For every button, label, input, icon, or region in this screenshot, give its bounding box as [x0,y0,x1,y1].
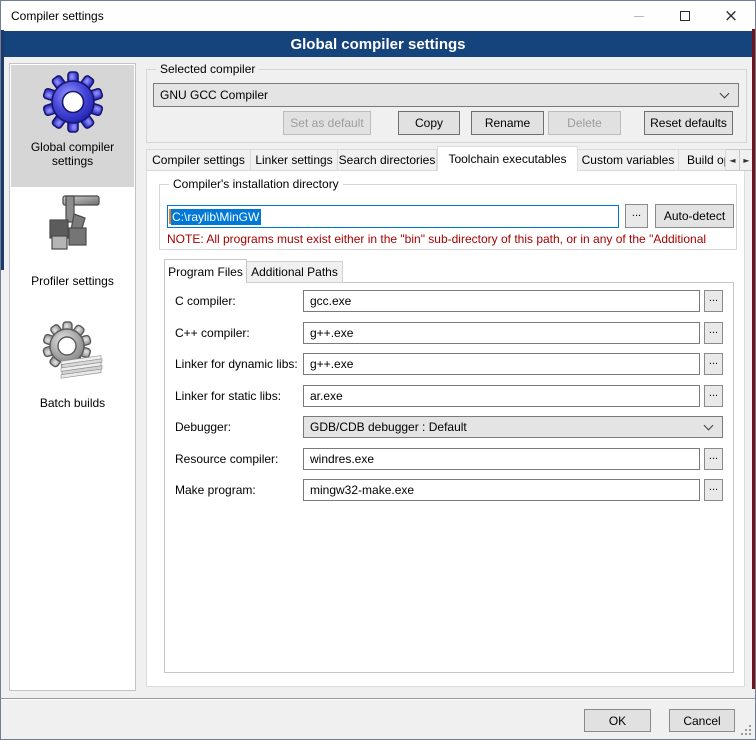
sidebar-item-global-compiler-settings[interactable]: Global compiler settings [11,65,134,187]
window-title: Compiler settings [11,9,104,23]
debugger-select[interactable]: GDB/CDB debugger : Default [303,416,723,438]
gray-gear-stack-icon [41,320,105,384]
blue-gear-icon [41,70,105,134]
chevron-down-icon [704,420,714,430]
resource-compiler-input[interactable]: windres.exe [303,448,700,470]
c-compiler-browse-button[interactable]: ... [704,290,723,312]
banner-title: Global compiler settings [290,36,465,53]
group-label: Selected compiler [156,62,259,76]
minimize-button[interactable] [616,1,662,31]
tab-custom-variables[interactable]: Custom variables [578,149,679,171]
static-linker-label: Linker for static libs: [175,385,303,407]
copy-button[interactable]: Copy [398,111,460,135]
c-compiler-input[interactable]: gcc.exe [303,290,700,312]
debugger-row: Debugger: GDB/CDB debugger : Default [175,416,723,438]
cpp-compiler-browse-button[interactable]: ... [704,322,723,344]
resource-compiler-row: Resource compiler: windres.exe ... [175,448,723,470]
compiler-select[interactable]: GNU GCC Compiler [153,83,739,107]
background-artifact-right [752,29,755,689]
settings-category-list: Global compiler settings Profiler settin… [9,63,136,691]
resize-grip[interactable] [739,723,751,735]
make-program-row: Make program: mingw32-make.exe ... [175,479,723,501]
rename-button[interactable]: Rename [471,111,544,135]
note-text: NOTE: All programs must exist either in … [167,232,731,246]
set-as-default-button[interactable]: Set as default [283,111,371,135]
resource-compiler-label: Resource compiler: [175,448,303,470]
sidebar-item-label: Batch builds [40,396,105,410]
dynamic-linker-label: Linker for dynamic libs: [175,353,303,375]
tab-build-options[interactable]: Build options [679,149,726,171]
reset-defaults-button[interactable]: Reset defaults [644,111,733,135]
static-linker-input[interactable]: ar.exe [303,385,700,407]
caliper-icon [41,192,105,256]
background-artifact-left [1,30,4,270]
tab-scroll-left-button[interactable]: ◄ [726,149,740,171]
c-compiler-row: C compiler: gcc.exe ... [175,290,723,312]
tab-linker-settings[interactable]: Linker settings [251,149,338,171]
installation-directory-value: C:\raylib\MinGW [171,209,261,225]
cpp-compiler-label: C++ compiler: [175,322,303,344]
make-program-input[interactable]: mingw32-make.exe [303,479,700,501]
subtab-additional-paths[interactable]: Additional Paths [247,261,343,283]
c-compiler-label: C compiler: [175,290,303,312]
maximize-icon [680,11,690,21]
sidebar-item-label: Profiler settings [31,274,114,288]
toolchain-subtabs: Program Files Additional Paths [164,259,343,283]
dynamic-linker-input[interactable]: g++.exe [303,353,700,375]
sidebar-item-batch-builds[interactable]: Batch builds [11,318,134,430]
program-files-page: C compiler: gcc.exe ... C++ compiler: g+… [164,282,734,673]
installation-directory-input[interactable]: C:\raylib\MinGW [167,205,619,228]
group-label: Compiler's installation directory [169,177,343,191]
subtab-program-files[interactable]: Program Files [164,259,247,283]
tab-toolchain-executables[interactable]: Toolchain executables [437,146,578,171]
debugger-select-value: GDB/CDB debugger : Default [304,420,705,434]
resource-compiler-browse-button[interactable]: ... [704,448,723,470]
cpp-compiler-input[interactable]: g++.exe [303,322,700,344]
tab-search-directories[interactable]: Search directories [338,149,437,171]
scroll-left-icon: ◄ [729,156,735,165]
debugger-label: Debugger: [175,416,303,438]
auto-detect-button[interactable]: Auto-detect [655,204,734,228]
make-program-label: Make program: [175,479,303,501]
close-icon: × [724,8,738,25]
installation-directory-browse-button[interactable]: ... [625,204,648,228]
chevron-down-icon [720,88,730,98]
dynamic-linker-browse-button[interactable]: ... [704,353,723,375]
dynamic-linker-row: Linker for dynamic libs: g++.exe ... [175,353,723,375]
banner: Global compiler settings [1,31,755,57]
static-linker-row: Linker for static libs: ar.exe ... [175,385,723,407]
static-linker-browse-button[interactable]: ... [704,385,723,407]
compiler-settings-dialog: Compiler settings × Global compiler sett… [0,0,756,740]
maximize-button[interactable] [662,1,708,31]
scroll-right-icon: ► [743,156,749,165]
delete-button[interactable]: Delete [548,111,621,135]
sidebar-item-profiler-settings[interactable]: Profiler settings [11,190,134,304]
footer-divider-highlight [1,699,756,700]
make-program-browse-button[interactable]: ... [704,479,723,501]
minimize-icon [634,16,644,17]
titlebar[interactable]: Compiler settings × [1,1,755,31]
ok-button[interactable]: OK [584,709,651,732]
settings-tabs: Compiler settings Linker settings Search… [146,146,754,171]
compiler-select-value: GNU GCC Compiler [154,88,721,102]
sidebar-item-label: Global compiler settings [11,140,134,168]
close-button[interactable]: × [708,1,754,31]
tab-compiler-settings[interactable]: Compiler settings [146,149,251,171]
cpp-compiler-row: C++ compiler: g++.exe ... [175,322,723,344]
cancel-button[interactable]: Cancel [669,709,735,732]
